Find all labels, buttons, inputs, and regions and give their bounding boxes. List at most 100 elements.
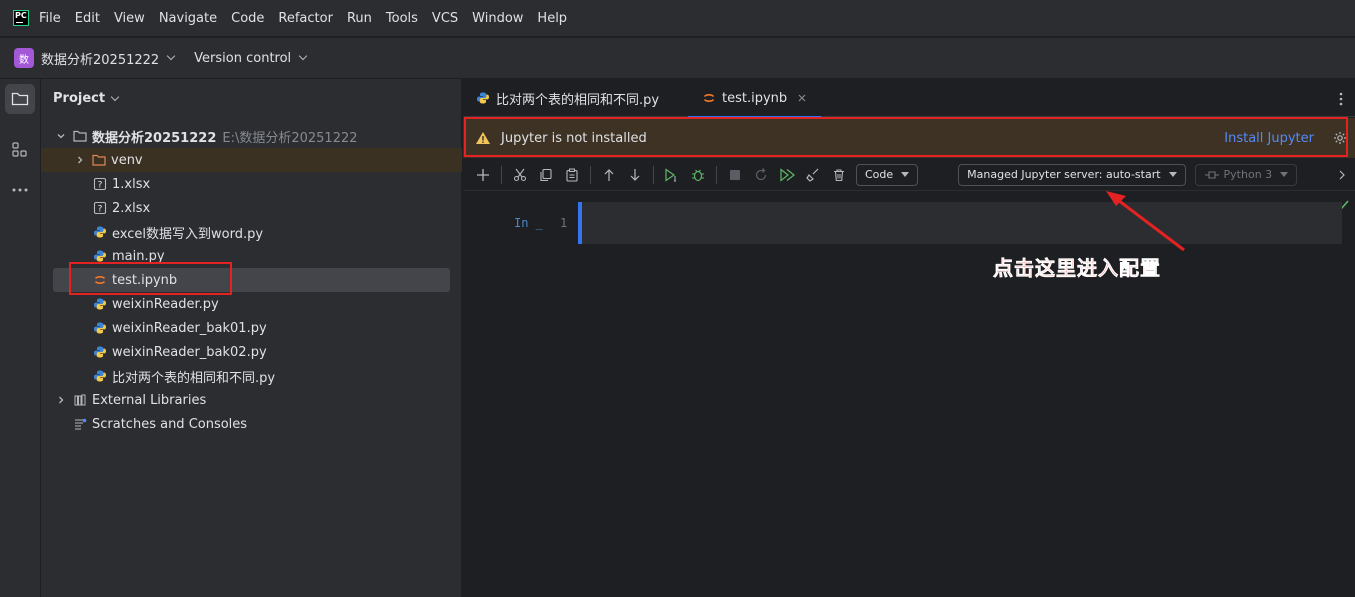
cell-prompt: In _ bbox=[514, 216, 543, 230]
arrow-down-icon bbox=[630, 168, 640, 181]
unknown-file-icon: ? bbox=[93, 177, 107, 191]
trash-icon bbox=[834, 168, 844, 181]
menu-edit[interactable]: Edit bbox=[75, 11, 100, 26]
tree-item-1xlsx[interactable]: ? 1.xlsx bbox=[93, 172, 450, 196]
python-file-icon bbox=[94, 370, 106, 382]
highlight-box-test-ipynb bbox=[69, 262, 232, 295]
structure-icon bbox=[12, 142, 27, 157]
menu-help[interactable]: Help bbox=[537, 11, 567, 26]
move-up-button[interactable] bbox=[596, 163, 622, 187]
restart-kernel-button[interactable] bbox=[748, 163, 774, 187]
structure-tool-button[interactable] bbox=[5, 135, 35, 165]
restart-icon bbox=[755, 167, 767, 180]
add-cell-button[interactable] bbox=[470, 163, 496, 187]
chevron-right-icon[interactable] bbox=[74, 154, 86, 166]
menu-navigate[interactable]: Navigate bbox=[159, 11, 217, 26]
copy-cell-button[interactable] bbox=[533, 163, 559, 187]
folder-icon bbox=[11, 92, 29, 106]
tree-item-venv[interactable]: venv bbox=[41, 148, 462, 172]
kernel-dropdown[interactable]: Python 3 bbox=[1194, 163, 1298, 186]
close-icon[interactable] bbox=[797, 93, 807, 103]
project-tool-button[interactable] bbox=[5, 84, 35, 114]
caret-down-icon bbox=[1280, 172, 1289, 177]
svg-text:?: ? bbox=[98, 205, 103, 215]
menu-window[interactable]: Window bbox=[472, 11, 523, 26]
editor-tab-bar: 比对两个表的相同和不同.py test.ipynb bbox=[463, 79, 1355, 118]
chevron-right-icon[interactable] bbox=[1338, 170, 1346, 180]
more-tools-button[interactable] bbox=[5, 175, 35, 205]
tab-label: test.ipynb bbox=[722, 90, 788, 106]
debug-cell-button[interactable] bbox=[685, 163, 711, 187]
stop-icon bbox=[730, 169, 740, 180]
python-file-icon bbox=[94, 226, 106, 238]
tree-item-label: excel数据写入到word.py bbox=[112, 226, 264, 242]
chevron-down-icon[interactable] bbox=[110, 92, 120, 101]
chevron-down-icon[interactable] bbox=[298, 51, 308, 61]
caret-down-icon bbox=[901, 172, 910, 177]
jupyter-server-dropdown[interactable]: Managed Jupyter server: auto-start bbox=[958, 163, 1186, 186]
caret-down-icon bbox=[1168, 172, 1177, 177]
server-value: Managed Jupyter server: auto-start bbox=[967, 168, 1161, 181]
svg-text:?: ? bbox=[98, 181, 103, 191]
menu-run[interactable]: Run bbox=[347, 11, 372, 26]
tree-item-weixinreader-bak01-py[interactable]: weixinReader_bak01.py bbox=[93, 316, 450, 340]
stop-button[interactable] bbox=[722, 163, 748, 187]
run-icon bbox=[665, 167, 676, 182]
menu-file[interactable]: File bbox=[39, 11, 61, 26]
tree-item-label: venv bbox=[111, 152, 143, 168]
python-file-icon bbox=[94, 322, 106, 334]
tree-item-weixinreader-bak02-py[interactable]: weixinReader_bak02.py bbox=[93, 340, 450, 364]
notebook-cell[interactable] bbox=[578, 202, 1342, 244]
pycharm-logo-icon: PC bbox=[13, 10, 29, 26]
menu-bar: PC File Edit View Navigate Code Refactor… bbox=[0, 0, 1355, 36]
cut-cell-button[interactable] bbox=[507, 163, 533, 187]
menu-code[interactable]: Code bbox=[231, 11, 264, 26]
run-all-button[interactable] bbox=[774, 163, 800, 187]
annotation-text: 点击这里进入配置 bbox=[993, 256, 1161, 281]
python-file-icon bbox=[94, 250, 106, 262]
tree-item-2xlsx[interactable]: ? 2.xlsx bbox=[93, 196, 450, 220]
menu-vcs[interactable]: VCS bbox=[432, 11, 458, 26]
tree-root[interactable]: 数据分析20251222 E:\数据分析20251222 bbox=[55, 124, 452, 148]
panel-title-label: Project bbox=[53, 91, 106, 106]
run-all-icon bbox=[780, 167, 795, 182]
project-selector[interactable]: 数据分析20251222 bbox=[41, 49, 159, 68]
version-control-selector[interactable]: Version control bbox=[194, 51, 291, 66]
paste-icon bbox=[566, 168, 578, 182]
menu-tools[interactable]: Tools bbox=[386, 11, 418, 26]
project-panel: Project 数据分析20251222 E:\数据分析20251222 ven… bbox=[41, 79, 462, 597]
chevron-down-icon[interactable] bbox=[55, 130, 67, 142]
python-file-icon bbox=[94, 346, 106, 358]
arrow-up-icon bbox=[604, 168, 614, 181]
plug-icon bbox=[1204, 170, 1219, 179]
tree-item-label: weixinReader_bak02.py bbox=[112, 344, 267, 360]
project-badge[interactable]: 数 bbox=[14, 48, 34, 68]
tab-test-ipynb[interactable]: test.ipynb bbox=[688, 79, 822, 118]
menu-view[interactable]: View bbox=[114, 11, 145, 26]
paste-cell-button[interactable] bbox=[559, 163, 585, 187]
chevron-right-icon[interactable] bbox=[55, 394, 67, 406]
more-vertical-icon[interactable] bbox=[1339, 92, 1343, 106]
tab-compare-py[interactable]: 比对两个表的相同和不同.py bbox=[476, 79, 659, 117]
run-cell-button[interactable] bbox=[659, 163, 685, 187]
tree-item-label: External Libraries bbox=[92, 392, 207, 408]
chevron-down-icon[interactable] bbox=[166, 51, 176, 61]
tree-item-excel-word-py[interactable]: excel数据写入到word.py bbox=[93, 220, 450, 244]
tree-item-label: weixinReader.py bbox=[112, 296, 219, 312]
line-number: 1 bbox=[560, 216, 568, 230]
tree-item-compare-py[interactable]: 比对两个表的相同和不同.py bbox=[93, 364, 450, 388]
clear-outputs-button[interactable] bbox=[800, 163, 826, 187]
delete-cell-button[interactable] bbox=[826, 163, 852, 187]
tree-item-weixinreader-py[interactable]: weixinReader.py bbox=[93, 292, 450, 316]
excluded-folder-icon bbox=[92, 154, 106, 166]
move-down-button[interactable] bbox=[622, 163, 648, 187]
root-folder-label: 数据分析20251222 bbox=[92, 130, 217, 146]
menu-refactor[interactable]: Refactor bbox=[278, 11, 333, 26]
cell-type-dropdown[interactable]: Code bbox=[856, 163, 919, 186]
tree-item-label: weixinReader_bak01.py bbox=[112, 320, 267, 336]
python-file-icon bbox=[477, 92, 489, 104]
tree-item-external-libraries[interactable]: External Libraries bbox=[55, 388, 452, 412]
tree-item-scratches[interactable]: Scratches and Consoles bbox=[73, 412, 470, 436]
project-panel-title[interactable]: Project bbox=[53, 91, 120, 106]
scratches-icon bbox=[75, 418, 87, 430]
